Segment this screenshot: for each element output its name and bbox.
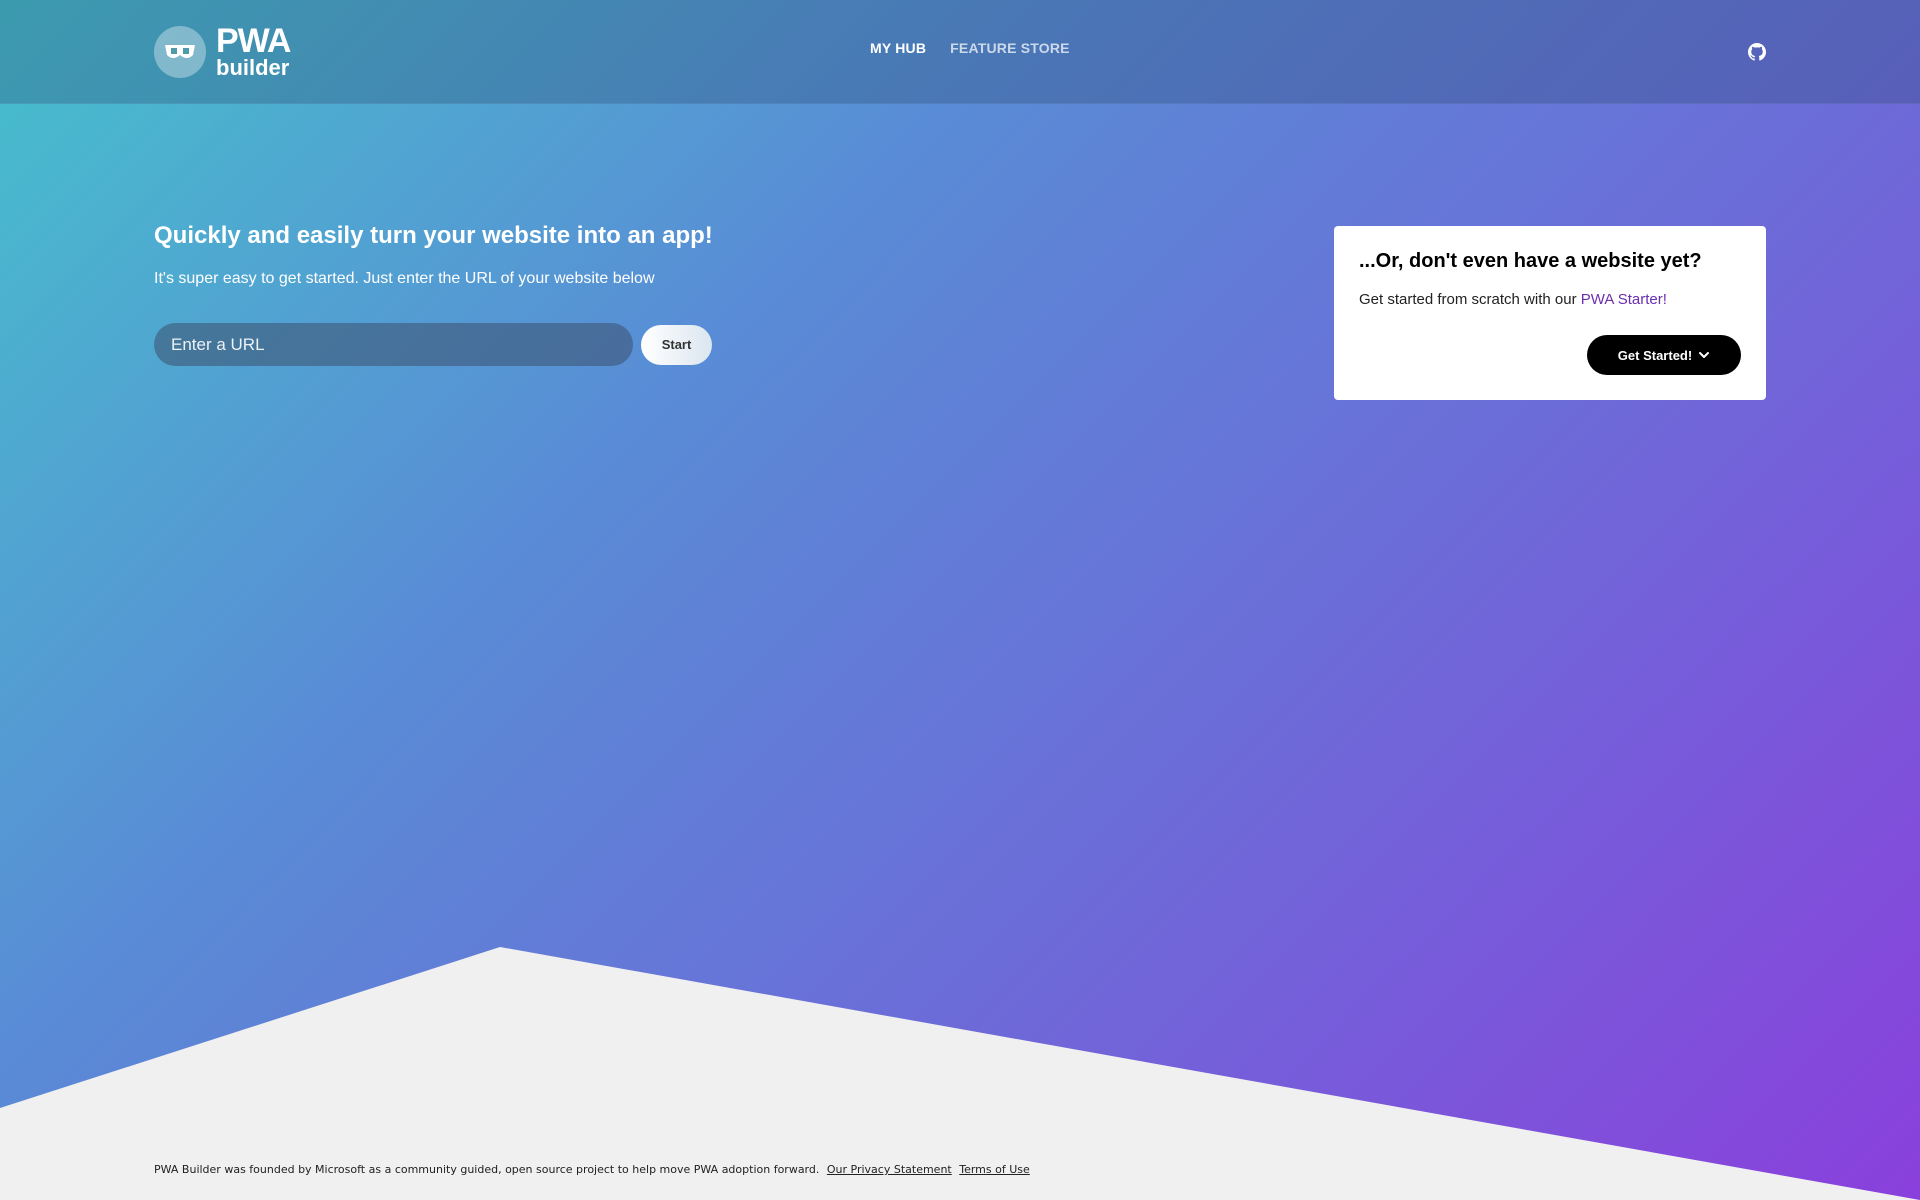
pwa-starter-link[interactable]: PWA Starter! (1581, 291, 1667, 308)
card-title: ...Or, don't even have a website yet? (1359, 250, 1702, 272)
pwa-builder-logo[interactable]: PWA builder (154, 21, 291, 81)
chevron-down-icon (1699, 352, 1710, 358)
terms-of-use-link[interactable]: Terms of Use (959, 1163, 1030, 1176)
top-navigation-bar: PWA builder MY HUB FEATURE STORE (0, 0, 1920, 104)
nav-feature-store[interactable]: FEATURE STORE (950, 40, 1070, 56)
privacy-statement-link[interactable]: Our Privacy Statement (827, 1163, 952, 1176)
get-started-label: Get Started! (1617, 347, 1693, 363)
main-nav: MY HUB FEATURE STORE (870, 40, 1070, 56)
footer-text: PWA Builder was founded by Microsoft as … (154, 1163, 820, 1176)
github-icon[interactable] (1748, 43, 1766, 61)
logo-text-pwa: PWA (216, 21, 291, 60)
background-wave (0, 947, 1920, 1200)
get-started-button[interactable]: Get Started! (1587, 335, 1741, 375)
hero-title: Quickly and easily turn your website int… (154, 222, 713, 249)
url-input[interactable] (154, 323, 633, 366)
logo-badge-icon (154, 26, 206, 78)
card-text: Get started from scratch with our PWA St… (1359, 291, 1741, 308)
url-form: Start (154, 323, 712, 366)
logo-text-builder: builder (216, 55, 290, 81)
start-button[interactable]: Start (641, 324, 712, 365)
nav-my-hub[interactable]: MY HUB (870, 40, 926, 56)
hero-section: Quickly and easily turn your website int… (154, 222, 854, 288)
card-text-lead: Get started from scratch with our (1359, 291, 1577, 308)
starter-card: ...Or, don't even have a website yet? Ge… (1334, 226, 1766, 400)
footer: PWA Builder was founded by Microsoft as … (154, 1163, 1030, 1176)
hero-subtitle: It's super easy to get started. Just ent… (154, 270, 655, 287)
